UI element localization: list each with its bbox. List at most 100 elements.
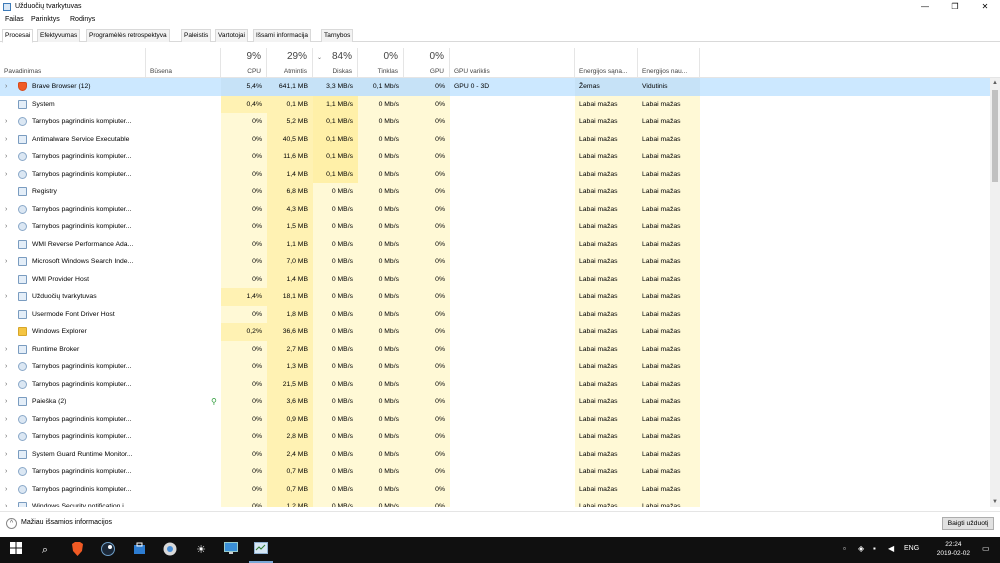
- menu-file[interactable]: Failas: [5, 16, 24, 23]
- table-row[interactable]: › Tarnybos pagrindinis kompiuter... 0% 21,5…: [0, 375, 990, 394]
- table-row[interactable]: › Užduočių tvarkytuvas 1,4% 18,1 MB 0 MB/s 0 …: [0, 288, 990, 306]
- store-icon[interactable]: [131, 542, 147, 558]
- expand-chevron-icon[interactable]: ›: [5, 341, 7, 359]
- windows-defender-icon[interactable]: ◈: [858, 544, 864, 553]
- column-power-trend[interactable]: Energijos nau...: [638, 48, 700, 78]
- expand-chevron-icon[interactable]: ›: [5, 148, 7, 166]
- expand-chevron-icon[interactable]: ›: [5, 253, 7, 271]
- gpu-engine-cell: [450, 323, 575, 341]
- clock[interactable]: 22:24 2019-02-02: [937, 540, 970, 558]
- tab-users[interactable]: Vartotojai: [215, 29, 248, 42]
- expand-chevron-icon[interactable]: ›: [5, 411, 7, 429]
- brave-taskbar-icon[interactable]: [69, 542, 85, 558]
- power-usage-cell: Labai mažas: [575, 375, 638, 393]
- maximize-button[interactable]: ❐: [940, 0, 970, 14]
- column-disk[interactable]: ⌄ 84% Diskas: [313, 48, 358, 78]
- expand-chevron-icon[interactable]: ›: [5, 358, 7, 376]
- expand-chevron-icon[interactable]: ›: [5, 428, 7, 446]
- table-row[interactable]: › Windows Security notification i... 0% 1,2…: [0, 498, 990, 507]
- vertical-scrollbar[interactable]: ▲ ▼: [990, 78, 1000, 507]
- table-row[interactable]: Windows Explorer 0,2% 36,6 MB 0 MB/s 0 Mb/s 0…: [0, 323, 990, 341]
- scroll-up-icon[interactable]: ▲: [990, 78, 1000, 88]
- fewer-details-link[interactable]: Mažiau išsamios informacijos: [21, 519, 112, 526]
- column-gpu[interactable]: 0% GPU: [404, 48, 450, 78]
- column-memory[interactable]: 29% Atmintis: [267, 48, 313, 78]
- expand-chevron-icon[interactable]: ›: [5, 78, 7, 96]
- cpu-cell: 0%: [221, 235, 267, 253]
- windows-start-icon[interactable]: [8, 542, 24, 558]
- scroll-thumb[interactable]: [992, 90, 998, 182]
- steam-icon[interactable]: [100, 542, 116, 558]
- tab-services[interactable]: Tarnybos: [321, 29, 354, 42]
- table-row[interactable]: Registry 0% 6,8 MB 0 MB/s 0 Mb/s 0% Labai maža…: [0, 183, 990, 201]
- gpu-total: 0%: [429, 51, 444, 62]
- end-task-button[interactable]: Baigti užduotį: [942, 517, 994, 530]
- expand-chevron-icon[interactable]: ›: [5, 201, 7, 219]
- chevron-up-icon[interactable]: ^: [6, 518, 17, 529]
- column-cpu[interactable]: 9% CPU: [221, 48, 267, 78]
- memory-cell: 0,7 MB: [267, 463, 313, 481]
- table-row[interactable]: › Tarnybos pagrindinis kompiuter... 0% 11,6…: [0, 148, 990, 166]
- table-row[interactable]: › Tarnybos pagrindinis kompiuter... 0% 2,8 …: [0, 428, 990, 446]
- expand-chevron-icon[interactable]: ›: [5, 481, 7, 499]
- tab-performance[interactable]: Efektyvumas: [37, 29, 81, 42]
- column-status[interactable]: Būsena: [146, 48, 221, 78]
- memory-cell: 18,1 MB: [267, 288, 313, 306]
- gpu-cell: 0%: [404, 113, 450, 131]
- table-row[interactable]: › Tarnybos pagrindinis kompiuter... 0% 0,7 …: [0, 480, 990, 499]
- people-icon[interactable]: ▪: [873, 544, 876, 553]
- chrome-icon[interactable]: [162, 542, 178, 558]
- table-row[interactable]: Usermode Font Driver Host 0% 1,8 MB 0 MB/s 0…: [0, 305, 990, 323]
- column-cpu-label: CPU: [247, 68, 261, 75]
- table-row[interactable]: › Tarnybos pagrindinis kompiuter... 0% 0,7 …: [0, 463, 990, 481]
- table-row[interactable]: › Tarnybos pagrindinis kompiuter... 0% 5,2 …: [0, 113, 990, 131]
- expand-chevron-icon[interactable]: ›: [5, 393, 7, 411]
- expand-chevron-icon[interactable]: ›: [5, 166, 7, 184]
- tab-startup[interactable]: Paleistis: [181, 29, 212, 42]
- tab-details[interactable]: Išsami informacija: [253, 29, 312, 42]
- table-row[interactable]: › Tarnybos pagrindinis kompiuter... 0% 4,3 …: [0, 200, 990, 219]
- volume-icon[interactable]: ◀: [888, 544, 894, 553]
- table-row[interactable]: › Microsoft Windows Search Inde... 0% 7,0 M…: [0, 253, 990, 271]
- expand-chevron-icon[interactable]: ›: [5, 376, 7, 394]
- expand-chevron-icon[interactable]: ›: [5, 113, 7, 131]
- cpu-cell: 0%: [221, 375, 267, 393]
- table-row[interactable]: › Tarnybos pagrindinis kompiuter... 0% 1,4 …: [0, 165, 990, 184]
- expand-chevron-icon[interactable]: ›: [5, 446, 7, 464]
- table-row[interactable]: WMI Reverse Performance Ada... 0% 1,1 MB 0 …: [0, 235, 990, 253]
- monitor-app-icon[interactable]: [223, 542, 239, 558]
- table-row[interactable]: › Tarnybos pagrindinis kompiuter... 0% 1,5 …: [0, 218, 990, 236]
- menu-options[interactable]: Parinktys: [31, 16, 60, 23]
- table-row[interactable]: › Tarnybos pagrindinis kompiuter... 0% 0,9 …: [0, 410, 990, 429]
- table-row[interactable]: System 0,4% 0,1 MB 1,1 MB/s 0 Mb/s 0% Labai ma…: [0, 95, 990, 113]
- column-network[interactable]: 0% Tinklas: [358, 48, 404, 78]
- column-name[interactable]: Pavadinimas: [0, 48, 146, 78]
- table-row[interactable]: › Brave Browser (12) 5,4% 641,1 MB 3,3 MB/s 0…: [0, 78, 990, 96]
- expand-chevron-icon[interactable]: ›: [5, 463, 7, 481]
- table-row[interactable]: › Runtime Broker 0% 2,7 MB 0 MB/s 0 Mb/s 0% Lab…: [0, 340, 990, 359]
- tray-square-icon[interactable]: ▫: [843, 544, 846, 553]
- expand-chevron-icon[interactable]: ›: [5, 288, 7, 306]
- tab-processes[interactable]: Procesai: [2, 29, 34, 43]
- search-icon[interactable]: ⌕: [37, 542, 53, 558]
- table-row[interactable]: WMI Provider Host 0% 1,4 MB 0 MB/s 0 Mb/s 0% L…: [0, 270, 990, 288]
- minimize-button[interactable]: —: [910, 0, 940, 14]
- column-power-usage[interactable]: Energijos sąna...: [575, 48, 638, 78]
- task-manager-taskbar-icon[interactable]: [253, 542, 269, 558]
- menu-view[interactable]: Rodinys: [70, 16, 95, 23]
- table-row[interactable]: › Tarnybos pagrindinis kompiuter... 0% 1,3 …: [0, 358, 990, 376]
- tab-app-history[interactable]: Programėlės retrospektyva: [86, 29, 170, 42]
- language-indicator[interactable]: ENG: [904, 545, 919, 552]
- expand-chevron-icon[interactable]: ›: [5, 131, 7, 149]
- notifications-icon[interactable]: ▭: [982, 544, 990, 553]
- sun-icon[interactable]: ☀: [193, 542, 209, 558]
- table-row[interactable]: › Paieška (2) ⚲ 0% 3,6 MB 0 MB/s 0 Mb/s 0% Labai…: [0, 393, 990, 411]
- scroll-down-icon[interactable]: ▼: [990, 497, 1000, 507]
- expand-chevron-icon[interactable]: ›: [5, 498, 7, 507]
- table-row[interactable]: › System Guard Runtime Monitor... 0% 2,4 MB…: [0, 445, 990, 464]
- column-gpu-engine[interactable]: GPU variklis: [450, 48, 575, 78]
- table-row[interactable]: › Antimalware Service Executable 0% 40,5 MB…: [0, 130, 990, 149]
- expand-chevron-icon[interactable]: ›: [5, 218, 7, 236]
- close-button[interactable]: ✕: [970, 0, 1000, 14]
- process-name: Registry: [32, 188, 57, 195]
